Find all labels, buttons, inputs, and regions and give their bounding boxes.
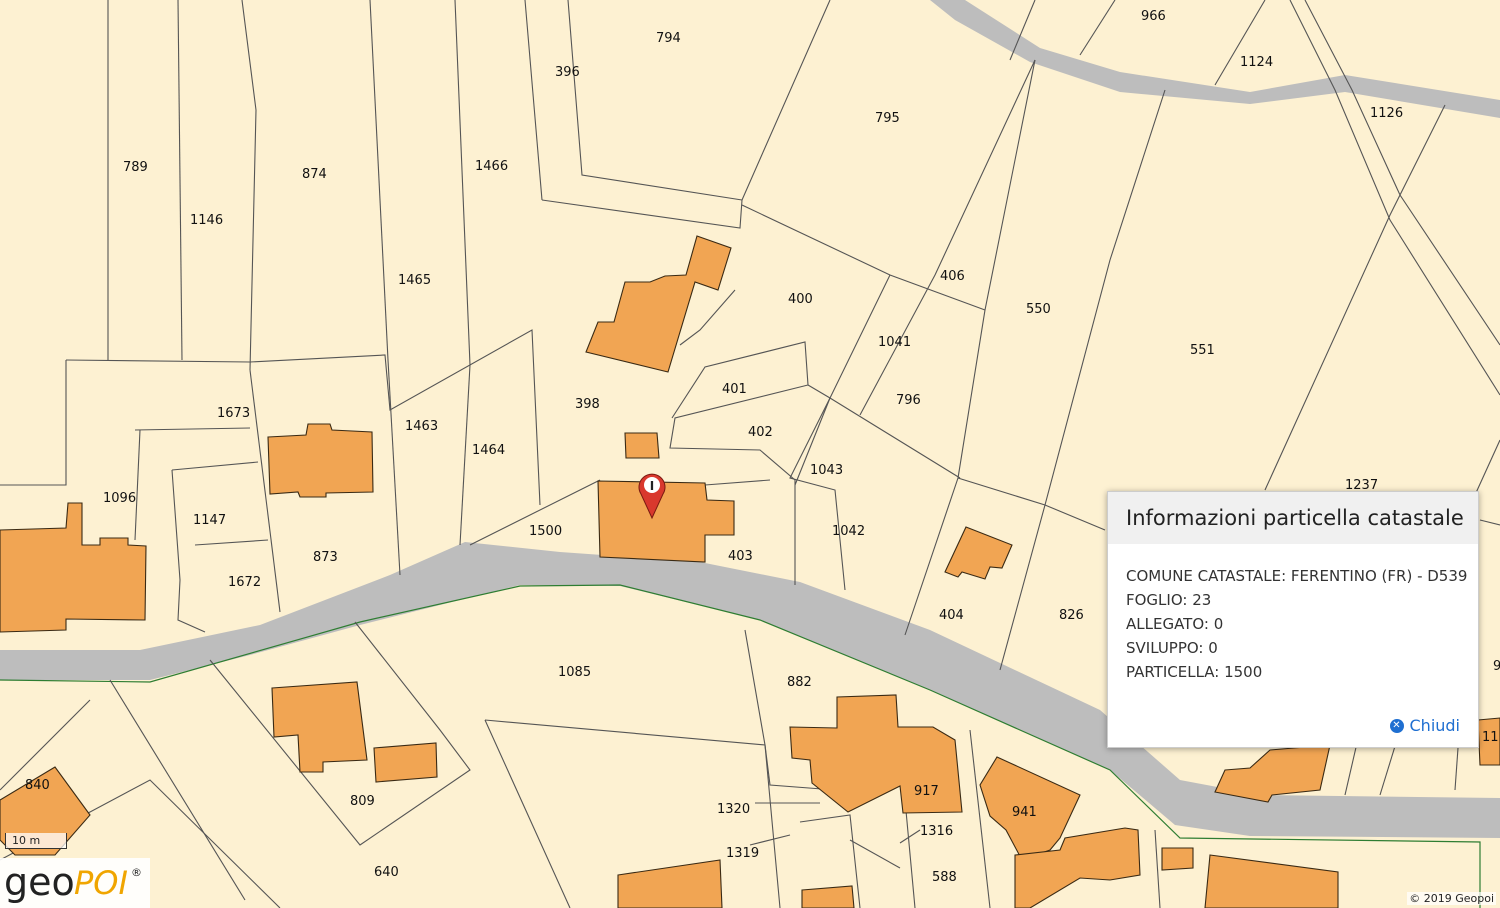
parcel-1126: 1126 (1370, 106, 1403, 121)
popup-row-sviluppo: SVILUPPO: 0 (1126, 639, 1218, 657)
popup-row-allegato: ALLEGATO: 0 (1126, 615, 1224, 633)
parcel-873: 873 (313, 550, 338, 565)
parcel-1320: 1320 (717, 802, 750, 817)
popup-row-foglio: FOGLIO: 23 (1126, 591, 1212, 609)
parcel-917: 917 (914, 784, 939, 799)
parcel-640: 640 (374, 865, 399, 880)
parcel-550: 550 (1026, 302, 1051, 317)
close-button[interactable]: ✕ Chiudi (1389, 716, 1461, 735)
marker-glyph: I (650, 479, 654, 493)
parcel-1041: 1041 (878, 335, 911, 350)
parcel-1464: 1464 (472, 443, 505, 458)
parcel-401: 401 (722, 382, 747, 397)
popup-row-comune: COMUNE CATASTALE: FERENTINO (FR) - D539 (1126, 567, 1468, 585)
parcel-1319: 1319 (726, 846, 759, 861)
parcel-551: 551 (1190, 343, 1215, 358)
scale-bar: 10 m (5, 833, 67, 849)
close-icon: ✕ (1389, 718, 1404, 733)
parcel-406: 406 (940, 269, 965, 284)
parcel-809: 809 (350, 794, 375, 809)
logo-poi-text: POI (74, 864, 128, 902)
parcel-1146: 1146 (190, 213, 223, 228)
parcel-794: 794 (656, 31, 681, 46)
parcel-11: 11 (1482, 730, 1499, 745)
parcel-1316: 1316 (920, 824, 953, 839)
parcel-1673: 1673 (217, 406, 250, 421)
parcel-1043: 1043 (810, 463, 843, 478)
parcel-403: 403 (728, 549, 753, 564)
parcel-396: 396 (555, 65, 580, 80)
parcel-796: 796 (896, 393, 921, 408)
parcel-1042: 1042 (832, 524, 865, 539)
close-label: Chiudi (1409, 716, 1461, 735)
parcel-1147: 1147 (193, 513, 226, 528)
parcel-398: 398 (575, 397, 600, 412)
parcel-404: 404 (939, 608, 964, 623)
parcel-1500: 1500 (529, 524, 562, 539)
parcel-941: 941 (1012, 805, 1037, 820)
parcel-795: 795 (875, 111, 900, 126)
parcel-882: 882 (787, 675, 812, 690)
popup-row-particella: PARTICELLA: 1500 (1126, 663, 1263, 681)
popup-body: COMUNE CATASTALE: FERENTINO (FR) - D539 … (1108, 544, 1478, 684)
parcel-1672: 1672 (228, 575, 261, 590)
parcel-1466: 1466 (475, 159, 508, 174)
parcel-840: 840 (25, 778, 50, 793)
cadastral-map[interactable]: 794 966 396 1124 1126 789 874 1466 795 1… (0, 0, 1500, 908)
parcel-826: 826 (1059, 608, 1084, 623)
parcel-1085: 1085 (558, 665, 591, 680)
logo-registered-mark: ® (131, 866, 142, 879)
parcel-874: 874 (302, 167, 327, 182)
parcel-400: 400 (788, 292, 813, 307)
copyright-text: © 2019 Geopoi (1407, 892, 1496, 905)
parcel-402: 402 (748, 425, 773, 440)
geopoi-logo: geo POI ® (0, 858, 150, 908)
parcel-588: 588 (932, 870, 957, 885)
parcel-966: 966 (1141, 9, 1166, 24)
parcel-info-popup: Informazioni particella catastale COMUNE… (1107, 491, 1479, 748)
logo-geo-text: geo (4, 860, 75, 904)
parcel-1463: 1463 (405, 419, 438, 434)
parcel-789: 789 (123, 160, 148, 175)
popup-title: Informazioni particella catastale (1108, 492, 1478, 544)
parcel-1465: 1465 (398, 273, 431, 288)
parcel-9: 9 (1493, 659, 1500, 674)
parcel-1124: 1124 (1240, 55, 1273, 70)
parcel-1096: 1096 (103, 491, 136, 506)
